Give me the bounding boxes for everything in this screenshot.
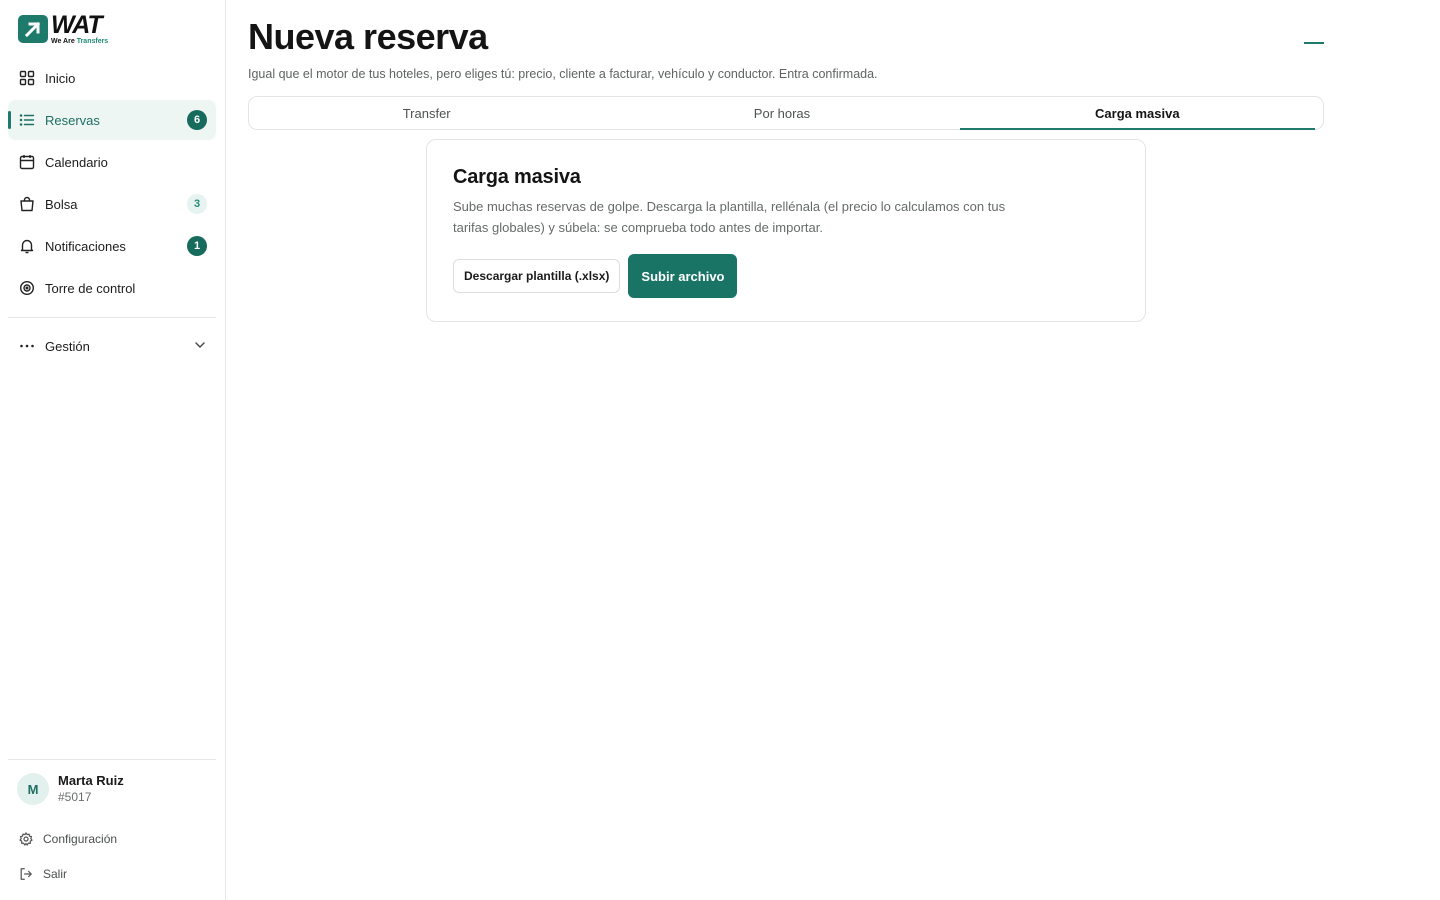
card-title: Carga masiva	[453, 166, 581, 188]
upload-file-button[interactable]: Subir archivo	[628, 254, 738, 298]
sidebar-nav: Inicio Reservas 6 Calendario Bolsa 3 Not…	[8, 58, 216, 368]
sidebar-item-label: Bolsa	[45, 196, 78, 212]
chevron-down-icon	[194, 339, 206, 354]
sidebar-item-torre-de-control[interactable]: Torre de control	[8, 268, 216, 308]
grid-icon	[19, 70, 35, 86]
booking-type-tabs: Transfer Por horas Carga masiva	[248, 96, 1324, 130]
sidebar-group-gestion[interactable]: Gestión	[8, 326, 216, 366]
page-title: Nueva reserva	[248, 16, 488, 57]
brand-name: WAT	[51, 11, 103, 39]
calendar-icon	[19, 154, 35, 170]
minimize-icon[interactable]	[1304, 42, 1324, 44]
sidebar-item-reservas[interactable]: Reservas 6	[8, 100, 216, 140]
sidebar-item-label: Inicio	[45, 70, 76, 86]
bulk-upload-card: Carga masiva Sube muchas reservas de gol…	[426, 139, 1146, 322]
download-template-button[interactable]: Descargar plantilla (.xlsx)	[453, 259, 621, 293]
sidebar-item-inicio[interactable]: Inicio	[8, 58, 216, 98]
sidebar-group-label: Gestión	[45, 338, 90, 354]
count-badge: 6	[187, 110, 207, 130]
tab-por-horas[interactable]: Por horas	[604, 97, 959, 129]
sidebar-item-label: Reservas	[45, 112, 100, 128]
sidebar-item-label: Notificaciones	[45, 238, 126, 254]
brand-tagline: We Are Transfers	[51, 38, 109, 45]
gear-icon	[19, 831, 33, 846]
card-description: Sube muchas reservas de golpe. Descarga …	[453, 199, 1006, 235]
logout-label: Salir	[43, 866, 68, 881]
sidebar-item-notificaciones[interactable]: Notificaciones 1	[8, 226, 216, 266]
avatar: M	[17, 773, 49, 805]
count-badge: 1	[187, 236, 207, 256]
sidebar: WAT We Are Transfers Inicio Reservas 6 C…	[0, 0, 226, 900]
list-icon	[19, 112, 35, 128]
logout-link[interactable]: Salir	[8, 856, 216, 891]
tab-carga-masiva[interactable]: Carga masiva	[959, 97, 1316, 130]
user-id: #5017	[58, 789, 92, 804]
sidebar-item-label: Calendario	[45, 154, 108, 170]
bell-icon	[19, 238, 35, 254]
logout-icon	[19, 867, 33, 881]
tab-transfer[interactable]: Transfer	[249, 97, 604, 129]
user-profile[interactable]: M Marta Ruiz #5017	[8, 760, 216, 805]
sidebar-item-calendario[interactable]: Calendario	[8, 142, 216, 182]
settings-link[interactable]: Configuración	[8, 821, 216, 856]
user-name: Marta Ruiz	[58, 773, 124, 789]
more-icon	[19, 338, 35, 354]
user-panel: M Marta Ruiz #5017 Configuración Salir	[8, 759, 216, 891]
count-badge: 3	[187, 194, 207, 214]
sidebar-item-label: Torre de control	[45, 280, 136, 296]
brand-logo[interactable]: WAT We Are Transfers	[18, 13, 108, 45]
target-icon	[19, 280, 35, 296]
bag-icon	[19, 196, 35, 212]
page-subtitle: Igual que el motor de tus hoteles, pero …	[248, 67, 878, 81]
arrow-up-right-icon	[18, 15, 48, 43]
sidebar-item-bolsa[interactable]: Bolsa 3	[8, 184, 216, 224]
settings-label: Configuración	[43, 831, 118, 846]
sidebar-divider	[8, 317, 216, 318]
